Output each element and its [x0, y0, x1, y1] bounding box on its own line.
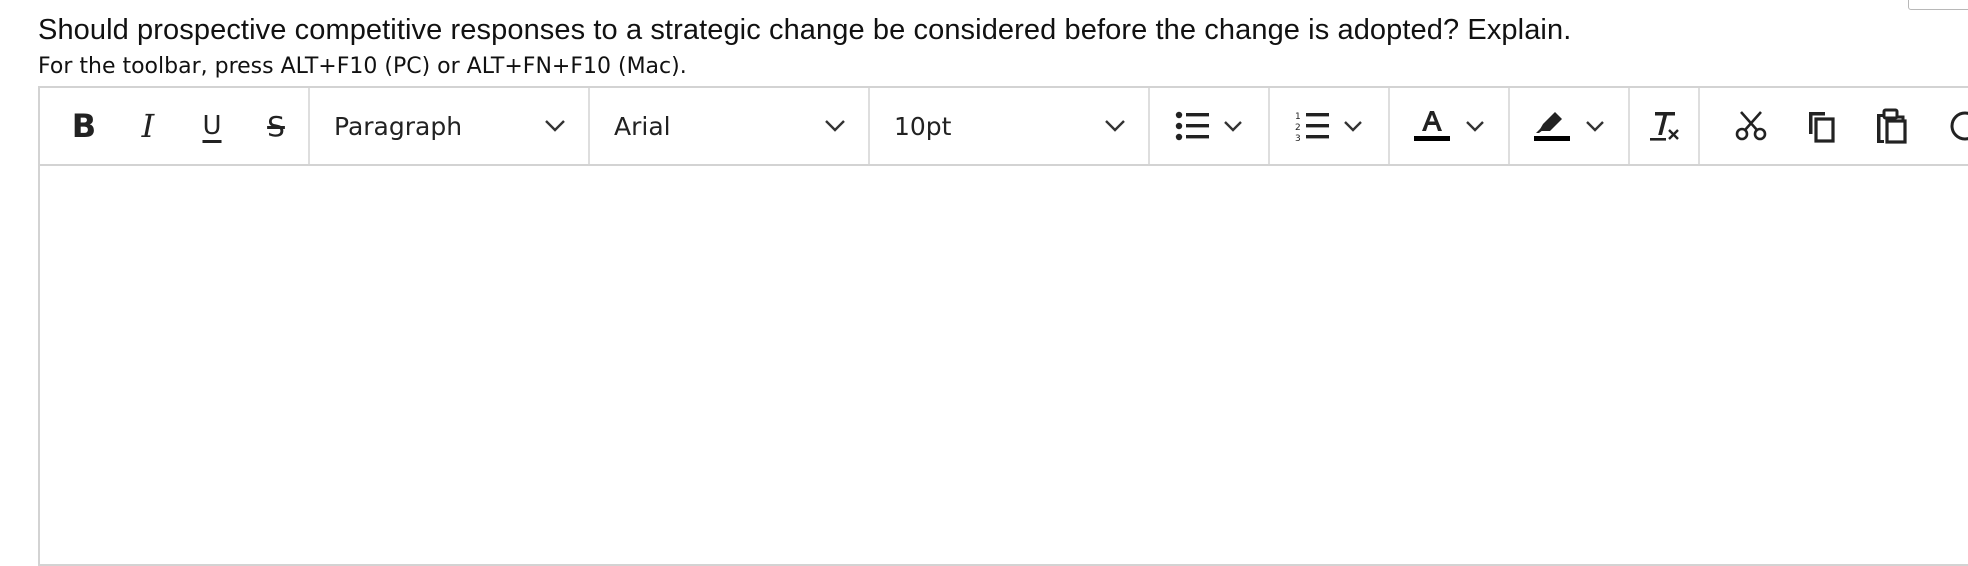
circle-icon [1950, 111, 1968, 141]
strikethrough-icon: S [267, 109, 285, 143]
copy-button[interactable] [1786, 100, 1856, 152]
editor-toolbar: B I U S Paragraph Arial 10pt 1 2 3 [40, 88, 1968, 166]
bullet-list-group [1150, 88, 1270, 164]
bullet-list-button[interactable] [1150, 88, 1268, 164]
italic-icon: I [141, 107, 155, 145]
rich-text-editor: B I U S Paragraph Arial 10pt 1 2 3 [38, 86, 1968, 566]
bold-icon: B [71, 107, 97, 145]
clear-format-group [1630, 88, 1700, 164]
cut-icon [1735, 111, 1767, 141]
toolbar-hint: For the toolbar, press ALT+F10 (PC) or A… [38, 54, 687, 79]
font-family-value: Arial [614, 111, 671, 141]
more-options-button[interactable] [1926, 100, 1968, 152]
editor-content-area[interactable] [40, 166, 1968, 564]
font-family-dropdown[interactable]: Arial [590, 88, 868, 164]
block-format-value: Paragraph [334, 111, 463, 141]
highlight-icon [1534, 112, 1570, 141]
chevron-down-icon [1586, 120, 1604, 132]
block-format-dropdown[interactable]: Paragraph [310, 88, 588, 164]
cut-button[interactable] [1716, 100, 1786, 152]
copy-icon [1809, 112, 1835, 143]
bullet-list-icon [1175, 111, 1209, 141]
font-size-dropdown[interactable]: 10pt [870, 88, 1148, 164]
svg-text:2: 2 [1295, 123, 1301, 133]
text-color-group [1390, 88, 1510, 164]
corner-widget [1908, 0, 1968, 10]
highlight-button[interactable] [1510, 88, 1628, 164]
chevron-down-icon [1344, 120, 1362, 132]
chevron-down-icon [1224, 120, 1242, 132]
italic-button[interactable]: I [116, 100, 180, 152]
clear-formatting-icon [1650, 112, 1679, 141]
svg-text:3: 3 [1295, 134, 1301, 142]
font-size-value: 10pt [894, 111, 952, 141]
underline-button[interactable]: U [180, 100, 244, 152]
block-format-group: Paragraph [310, 88, 590, 164]
highlight-group [1510, 88, 1630, 164]
bold-button[interactable]: B [52, 100, 116, 152]
paste-button[interactable] [1856, 100, 1926, 152]
svg-text:1: 1 [1295, 112, 1301, 122]
chevron-down-icon [1466, 120, 1484, 132]
font-size-group: 10pt [870, 88, 1150, 164]
numbered-list-group: 1 2 3 [1270, 88, 1390, 164]
chevron-down-icon [545, 120, 565, 132]
text-color-icon [1414, 111, 1450, 141]
paste-icon [1877, 108, 1907, 144]
clipboard-group [1700, 88, 1968, 164]
numbered-list-icon: 1 2 3 [1295, 112, 1329, 142]
chevron-down-icon [825, 120, 845, 132]
text-color-button[interactable] [1390, 88, 1508, 164]
font-family-group: Arial [590, 88, 870, 164]
strikethrough-button[interactable]: S [244, 100, 308, 152]
clear-formatting-button[interactable] [1632, 100, 1696, 152]
underline-icon: U [202, 111, 222, 141]
format-group: B I U S [40, 88, 310, 164]
chevron-down-icon [1105, 120, 1125, 132]
numbered-list-button[interactable]: 1 2 3 [1270, 88, 1388, 164]
question-text: Should prospective competitive responses… [38, 14, 1572, 46]
